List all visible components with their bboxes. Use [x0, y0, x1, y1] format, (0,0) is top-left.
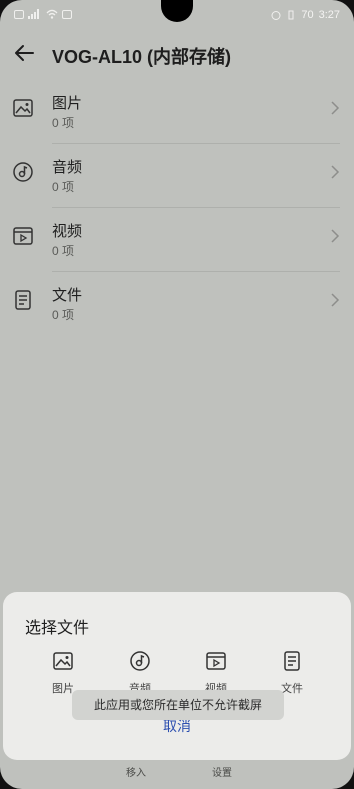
header: VOG-AL10 (内部存储): [0, 30, 354, 80]
chevron-right-icon: [331, 229, 340, 243]
sim-icon: [14, 9, 24, 19]
clock: 3:27: [318, 9, 340, 21]
music-icon: [130, 651, 150, 671]
video-icon: [13, 227, 33, 245]
page-title: VOG-AL10 (内部存储): [52, 47, 232, 67]
arrow-left-icon: [15, 45, 34, 61]
alarm-icon: [271, 11, 281, 20]
sheet-option-audio[interactable]: 音频: [110, 650, 170, 695]
list-item-audio[interactable]: 音频 0 项: [0, 144, 354, 208]
camera-notch: [161, 0, 193, 22]
list-item-label: 文件: [52, 287, 83, 304]
list-item-video[interactable]: 视频 0 项: [0, 208, 354, 272]
list-item-count: 0 项: [52, 244, 75, 258]
sheet-title: 选择文件: [25, 620, 90, 637]
image-icon: [53, 652, 73, 670]
status-right-icons: 70 3:27: [271, 9, 340, 21]
bottom-nav: 移入 设置: [0, 760, 354, 789]
list-item-label: 图片: [52, 95, 83, 112]
chevron-right-icon: [331, 293, 340, 307]
nav-settings[interactable]: 设置: [212, 764, 232, 779]
list-item-count: 0 项: [52, 180, 75, 194]
category-list: 图片 0 项 音频 0 项 视频 0 项 文件 0 项: [0, 80, 354, 336]
list-item-label: 音频: [52, 159, 83, 176]
screen: 70 3:27 VOG-AL10 (内部存储) 图片 0 项 音频 0 项 视频…: [0, 0, 354, 789]
list-item-count: 0 项: [52, 116, 75, 130]
vibrate-icon: [288, 10, 294, 20]
video-icon: [206, 652, 226, 670]
sheet-option-documents[interactable]: 文件: [262, 650, 322, 695]
nav-move-in[interactable]: 移入: [126, 764, 146, 779]
notification-icon: [62, 9, 72, 19]
chevron-right-icon: [331, 165, 340, 179]
wifi-icon: [46, 9, 58, 19]
list-item-documents[interactable]: 文件 0 项: [0, 272, 354, 336]
sheet-option-video[interactable]: 视频: [186, 650, 246, 695]
signal-icon: [28, 9, 39, 19]
back-button[interactable]: [10, 39, 38, 67]
list-item-label: 视频: [52, 223, 83, 240]
list-item-images[interactable]: 图片 0 项: [0, 80, 354, 144]
chevron-right-icon: [331, 101, 340, 115]
select-file-sheet: 选择文件 图片 音频 视频 文件 取消: [3, 592, 351, 760]
sheet-option-images[interactable]: 图片: [33, 650, 93, 695]
music-icon: [13, 162, 33, 182]
battery-level: 70: [301, 9, 314, 21]
document-icon: [15, 290, 31, 310]
list-item-count: 0 项: [52, 308, 75, 322]
status-left-icons: [14, 9, 72, 19]
screenshot-blocked-toast: 此应用或您所在单位不允许截屏: [72, 690, 284, 720]
image-icon: [13, 99, 33, 117]
document-icon: [284, 651, 300, 671]
status-bar: 70 3:27: [0, 0, 354, 30]
